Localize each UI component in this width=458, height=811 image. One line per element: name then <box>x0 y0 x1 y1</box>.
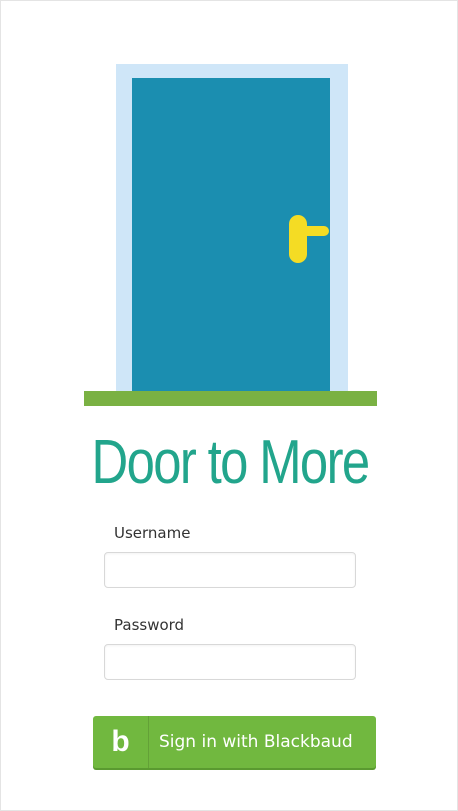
username-label: Username <box>114 524 191 542</box>
blackbaud-logo-letter: b <box>111 725 130 758</box>
door-handle-icon <box>289 215 307 263</box>
sign-in-button-label: Sign in with Blackbaud <box>159 732 353 752</box>
blackbaud-b-icon: b <box>93 716 149 768</box>
password-label: Password <box>114 616 185 634</box>
door-handle-lever <box>295 226 329 236</box>
password-field[interactable] <box>104 644 356 680</box>
username-field[interactable] <box>104 552 356 588</box>
door-sill <box>84 391 377 406</box>
page-title: Door to More <box>91 428 370 497</box>
sign-in-blackbaud-button[interactable]: b Sign in with Blackbaud <box>93 716 376 768</box>
login-screen: Door to More Username Password b Sign in… <box>0 0 458 811</box>
